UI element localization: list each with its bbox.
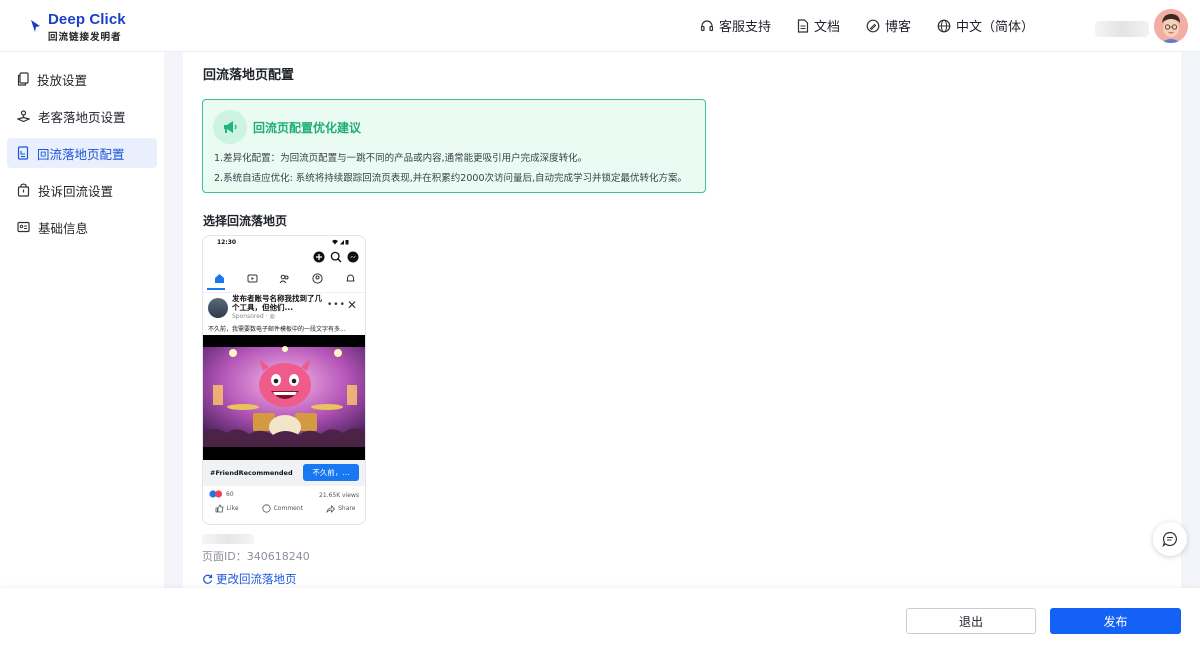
profile-tab-icon[interactable] — [312, 272, 323, 284]
joystick-icon — [17, 109, 30, 122]
document-icon — [797, 18, 809, 33]
plus-icon[interactable] — [313, 251, 325, 263]
messenger-icon[interactable] — [347, 251, 359, 263]
views-count: 21.65K views — [319, 492, 359, 499]
username-blurred[interactable] — [1095, 21, 1149, 37]
page-id: 页面ID：340618240 — [202, 550, 310, 563]
tip-line-2: 2.系统自适应优化: 系统将持续跟踪回流页表现,并在积累约2000次访问量后,自… — [214, 173, 688, 184]
phone-top-actions — [308, 251, 359, 263]
comment-label: Comment — [273, 505, 304, 512]
nav-docs-label: 文档 — [814, 20, 841, 35]
change-landing-link[interactable]: 更改回流落地页 — [202, 571, 297, 587]
reactions-count: 60 — [226, 490, 234, 498]
sidebar-item-complaint-backflow[interactable]: 投诉回流设置 — [7, 175, 157, 205]
refresh-icon — [203, 574, 213, 584]
optimization-tip-card: 回流页配置优化建议 1.差异化配置：为回流页配置与一跳不同的产品或内容,通常能更… — [202, 99, 706, 193]
reactions-icon — [209, 490, 223, 498]
change-landing-label: 更改回流落地页 — [216, 572, 297, 586]
landing-page-preview[interactable]: 12:30 发布者账号名称我找到了几个工具，但他们... Sponsored ·… — [202, 235, 366, 525]
nav-support-label: 客服支持 — [719, 20, 772, 35]
reactions-summary[interactable]: 60 — [209, 490, 234, 498]
select-landing-label: 选择回流落地页 — [203, 214, 288, 228]
headset-icon — [700, 19, 714, 31]
post-sponsored-label: Sponsored · ◍ — [232, 313, 275, 320]
exit-button[interactable]: 退出 — [906, 608, 1036, 634]
thumbs-up-icon — [215, 504, 224, 513]
nav-blog-label: 博客 — [885, 20, 912, 35]
hashtag-label: #FriendRecommended — [210, 469, 293, 477]
copy-icon — [17, 72, 29, 86]
drummer-monster-illustration — [203, 346, 365, 447]
share-label: Share — [338, 505, 356, 512]
sidebar: 投放设置 老客落地页设置 回流落地页配置 投诉回流设置 基础信息 — [0, 52, 164, 588]
complaint-icon — [17, 183, 30, 197]
megaphone-icon — [224, 121, 237, 133]
chat-icon — [1162, 531, 1177, 547]
home-tab-icon[interactable] — [214, 273, 225, 284]
like-button[interactable]: Like — [215, 504, 239, 513]
post-media-image — [203, 335, 365, 460]
nav-blog[interactable]: 博客 — [866, 16, 911, 35]
id-card-icon — [17, 221, 30, 233]
page-title: 回流落地页配置 — [203, 68, 295, 83]
post-author-avatar — [208, 298, 228, 318]
nav-language-label: 中文（简体） — [956, 20, 1035, 35]
globe-icon — [937, 19, 951, 32]
more-options-icon[interactable]: ••• — [327, 300, 346, 310]
top-nav: 客服支持 文档 博客 中文（简体） — [700, 16, 1060, 35]
friends-tab-icon[interactable] — [279, 273, 290, 284]
phone-time: 12:30 — [217, 239, 237, 246]
sidebar-item-backflow-landing-config[interactable]: 回流落地页配置 — [7, 138, 157, 168]
publish-button[interactable]: 发布 — [1050, 608, 1181, 634]
bell-tab-icon[interactable] — [345, 273, 356, 284]
blog-icon — [866, 19, 880, 32]
active-tab-indicator — [207, 288, 225, 290]
landing-name-blurred — [202, 534, 254, 544]
avatar[interactable] — [1154, 9, 1188, 43]
post-body-text: 不久前，我需要数电子邮件模板中的一段文字有多... — [208, 326, 346, 333]
sidebar-item-basic-info[interactable]: 基础信息 — [7, 212, 157, 242]
nav-docs[interactable]: 文档 — [797, 16, 840, 35]
sidebar-item-label: 基础信息 — [38, 220, 89, 236]
share-icon — [326, 505, 336, 513]
status-bar-icons — [332, 239, 349, 245]
sidebar-item-label: 老客落地页设置 — [38, 109, 126, 125]
sidebar-item-launch-settings[interactable]: 投放设置 — [7, 64, 157, 94]
search-icon[interactable] — [330, 251, 342, 263]
sidebar-item-returning-landing[interactable]: 老客落地页设置 — [7, 101, 157, 131]
avatar-image-icon — [1154, 9, 1188, 43]
phone-tab-bar — [203, 269, 365, 287]
nav-language[interactable]: 中文（简体） — [937, 16, 1034, 35]
logo[interactable]: Deep Click 回流链接发明者 — [30, 11, 126, 43]
action-footer: 退出 发布 — [0, 588, 1200, 654]
sidebar-item-label: 回流落地页配置 — [37, 146, 125, 162]
comment-button[interactable]: Comment — [262, 504, 303, 513]
post-author-title: 发布者账号名称我找到了几个工具，但他们... — [232, 294, 322, 312]
sidebar-item-label: 投放设置 — [37, 72, 88, 88]
tip-icon-wrap — [213, 110, 247, 144]
tip-line-1: 1.差异化配置：为回流页配置与一跳不同的产品或内容,通常能更吸引用户完成深度转化… — [214, 153, 588, 164]
divider — [203, 292, 365, 293]
chat-support-button[interactable] — [1153, 522, 1187, 556]
sidebar-item-label: 投诉回流设置 — [38, 183, 114, 199]
page-config-icon — [17, 146, 29, 160]
cta-row: #FriendRecommended 不久前，... — [203, 460, 365, 486]
logo-subtitle: 回流链接发明者 — [48, 32, 122, 43]
post-actions: Like Comment Share — [203, 504, 365, 513]
video-tab-icon[interactable] — [247, 273, 258, 284]
cursor-logo-icon — [31, 20, 40, 32]
comment-icon — [262, 504, 271, 513]
cta-button[interactable]: 不久前，... — [303, 464, 359, 481]
logo-title: Deep Click — [48, 11, 126, 28]
share-button[interactable]: Share — [326, 504, 355, 513]
tip-title: 回流页配置优化建议 — [253, 121, 362, 135]
close-icon[interactable]: ✕ — [347, 298, 357, 312]
top-header: Deep Click 回流链接发明者 客服支持 文档 博客 中文（简体） — [0, 0, 1200, 52]
main-panel: 回流落地页配置 回流页配置优化建议 1.差异化配置：为回流页配置与一跳不同的产品… — [183, 52, 1181, 588]
nav-support[interactable]: 客服支持 — [700, 16, 771, 35]
like-label: Like — [226, 505, 239, 512]
